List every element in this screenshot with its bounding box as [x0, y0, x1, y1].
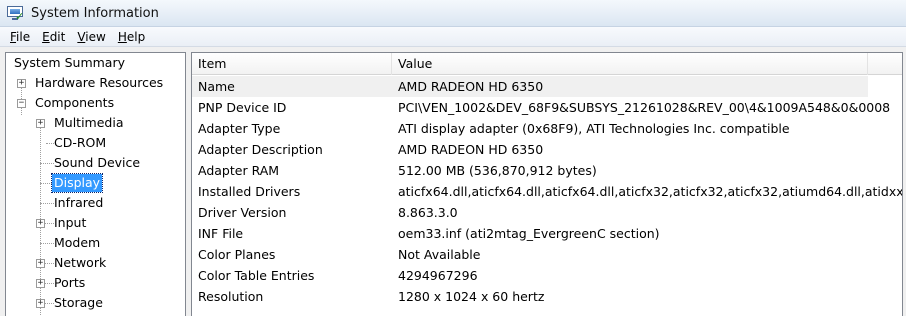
table-row[interactable]: Driver Version 8.863.3.0 — [192, 202, 902, 223]
table-row[interactable]: Adapter Type ATI display adapter (0x68F9)… — [192, 118, 902, 139]
row-item-cell: INF File — [198, 226, 244, 241]
category-tree[interactable]: System Summary + Hardware Resources − Co… — [5, 52, 186, 316]
table-row[interactable]: Color Planes Not Available — [192, 244, 902, 265]
table-row[interactable]: PNP Device ID PCI\VEN_1002&DEV_68F9&SUBSY… — [192, 97, 902, 118]
row-value-cell: AMD RADEON HD 6350 — [398, 79, 544, 94]
row-value-cell: 4294967296 — [398, 268, 478, 283]
system-information-icon: ✓ — [6, 4, 24, 22]
row-value-cell: PCI\VEN_1002&DEV_68F9&SUBSYS_21261028&RE… — [398, 100, 891, 115]
tree-item-modem[interactable]: Modem — [52, 233, 102, 253]
row-item-cell: Color Table Entries — [198, 268, 315, 283]
row-item-cell: Driver Version — [198, 205, 287, 220]
tree-item-ports[interactable]: + Ports — [36, 273, 87, 293]
row-value-cell: aticfx64.dll,aticfx64.dll,aticfx64.dll,a… — [398, 184, 903, 199]
table-row[interactable]: Adapter Description AMD RADEON HD 6350 — [192, 139, 902, 160]
list-header: Item Value — [192, 53, 902, 75]
expand-plus-icon[interactable]: + — [36, 298, 45, 308]
tree-item-components[interactable]: − Components — [17, 93, 116, 113]
row-item-cell: Adapter Description — [198, 142, 323, 157]
collapse-minus-icon[interactable]: − — [17, 98, 26, 108]
client-area: System Summary + Hardware Resources − Co… — [0, 47, 906, 316]
expand-plus-icon[interactable]: + — [36, 118, 45, 128]
expand-plus-icon[interactable]: + — [36, 278, 45, 288]
title-bar[interactable]: ✓ System Information — [0, 0, 906, 27]
row-value-cell: 512.00 MB (536,870,912 bytes) — [398, 163, 597, 178]
table-row[interactable]: Color Table Entries 4294967296 — [192, 265, 902, 286]
tree-item-infrared[interactable]: Infrared — [52, 193, 105, 213]
tree-item-network[interactable]: + Network — [36, 253, 108, 273]
row-item-cell: Name — [198, 79, 235, 94]
menu-view[interactable]: View — [71, 27, 111, 47]
tree-item-storage[interactable]: + Storage — [36, 293, 105, 313]
tree-item-system-summary[interactable]: System Summary — [12, 53, 127, 73]
table-row[interactable]: Name AMD RADEON HD 6350 — [192, 76, 868, 97]
row-item-cell: PNP Device ID — [198, 100, 287, 115]
table-row[interactable]: Resolution 1280 x 1024 x 60 hertz — [192, 286, 902, 307]
column-header-value[interactable]: Value — [392, 53, 868, 75]
row-item-cell: Installed Drivers — [198, 184, 301, 199]
row-value-cell: 1280 x 1024 x 60 hertz — [398, 289, 545, 304]
row-value-cell: Not Available — [398, 247, 481, 262]
table-row[interactable]: Installed Drivers aticfx64.dll,aticfx64.d… — [192, 181, 902, 202]
tree-item-hardware-resources[interactable]: + Hardware Resources — [17, 73, 165, 93]
tree-item-cd-rom[interactable]: CD-ROM — [52, 133, 108, 153]
row-value-cell: AMD RADEON HD 6350 — [398, 142, 544, 157]
menu-help[interactable]: Help — [112, 27, 151, 47]
tree-item-multimedia[interactable]: + Multimedia — [36, 113, 126, 133]
row-item-cell: Adapter Type — [198, 121, 281, 136]
row-value-cell: ATI display adapter (0x68F9), ATI Techno… — [398, 121, 790, 136]
tree-item-sound-device[interactable]: Sound Device — [52, 153, 142, 173]
table-row[interactable]: Adapter RAM 512.00 MB (536,870,912 bytes) — [192, 160, 902, 181]
row-item-cell: Adapter RAM — [198, 163, 280, 178]
expand-plus-icon[interactable]: + — [36, 258, 45, 268]
column-header-item[interactable]: Item — [192, 53, 392, 75]
tree-item-display[interactable]: Display — [50, 173, 104, 193]
details-list[interactable]: Item Value Name AMD RADEON HD 6350 PNP Dev… — [191, 52, 903, 316]
expand-plus-icon[interactable]: + — [36, 218, 45, 228]
window-title: System Information — [31, 5, 159, 21]
menu-bar: File Edit View Help — [0, 27, 906, 47]
table-row[interactable]: INF File oem33.inf (ati2mtag_EvergreenC s… — [192, 223, 902, 244]
tree-item-input[interactable]: + Input — [36, 213, 88, 233]
row-value-cell: oem33.inf (ati2mtag_EvergreenC section) — [398, 226, 660, 241]
menu-file[interactable]: File — [4, 27, 36, 47]
row-value-cell: 8.863.3.0 — [398, 205, 458, 220]
menu-edit[interactable]: Edit — [36, 27, 71, 47]
expand-plus-icon[interactable]: + — [17, 78, 26, 88]
selected-tree-label: Display — [50, 173, 104, 193]
row-item-cell: Resolution — [198, 289, 264, 304]
row-item-cell: Color Planes — [198, 247, 276, 262]
